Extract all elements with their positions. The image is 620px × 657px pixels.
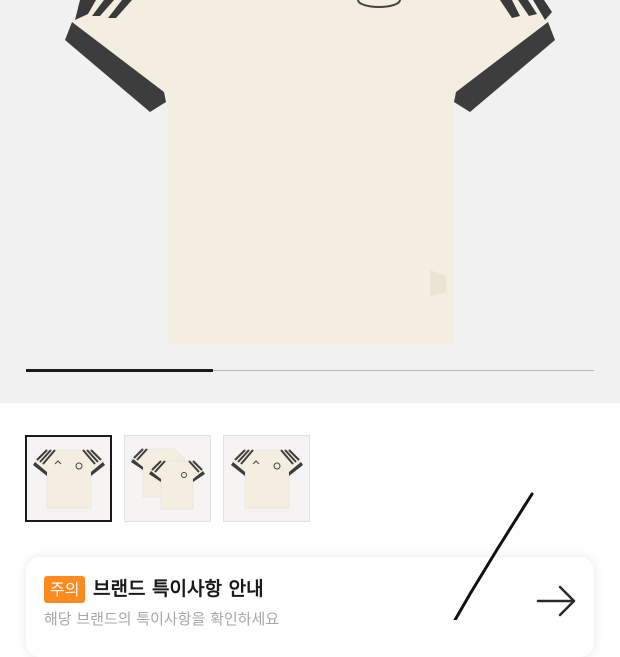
thumbnail-2[interactable] — [124, 435, 211, 522]
slide-progress-fill — [26, 369, 214, 372]
shirt-thumbnail-image — [230, 448, 303, 508]
notice-title: 브랜드 특이사항 안내 — [93, 578, 264, 600]
shirts-thumbnail-image — [130, 447, 205, 509]
notice-badge: 주의 — [44, 576, 86, 603]
product-shirt-image — [65, 0, 555, 345]
thumbnail-1[interactable] — [25, 435, 112, 522]
notice-subtitle: 해당 브랜드의 특이사항을 확인하세요 — [44, 610, 280, 628]
thumbnail-list — [25, 435, 310, 522]
slide-progress-track — [26, 369, 594, 372]
arrow-right-icon[interactable] — [536, 585, 578, 617]
thumbnail-3[interactable] — [223, 435, 310, 522]
shirt-thumbnail-image — [32, 448, 105, 508]
product-image-carousel[interactable] — [0, 0, 620, 403]
brand-notice-card[interactable]: 주의 브랜드 특이사항 안내 해당 브랜드의 특이사항을 확인하세요 — [26, 557, 594, 657]
